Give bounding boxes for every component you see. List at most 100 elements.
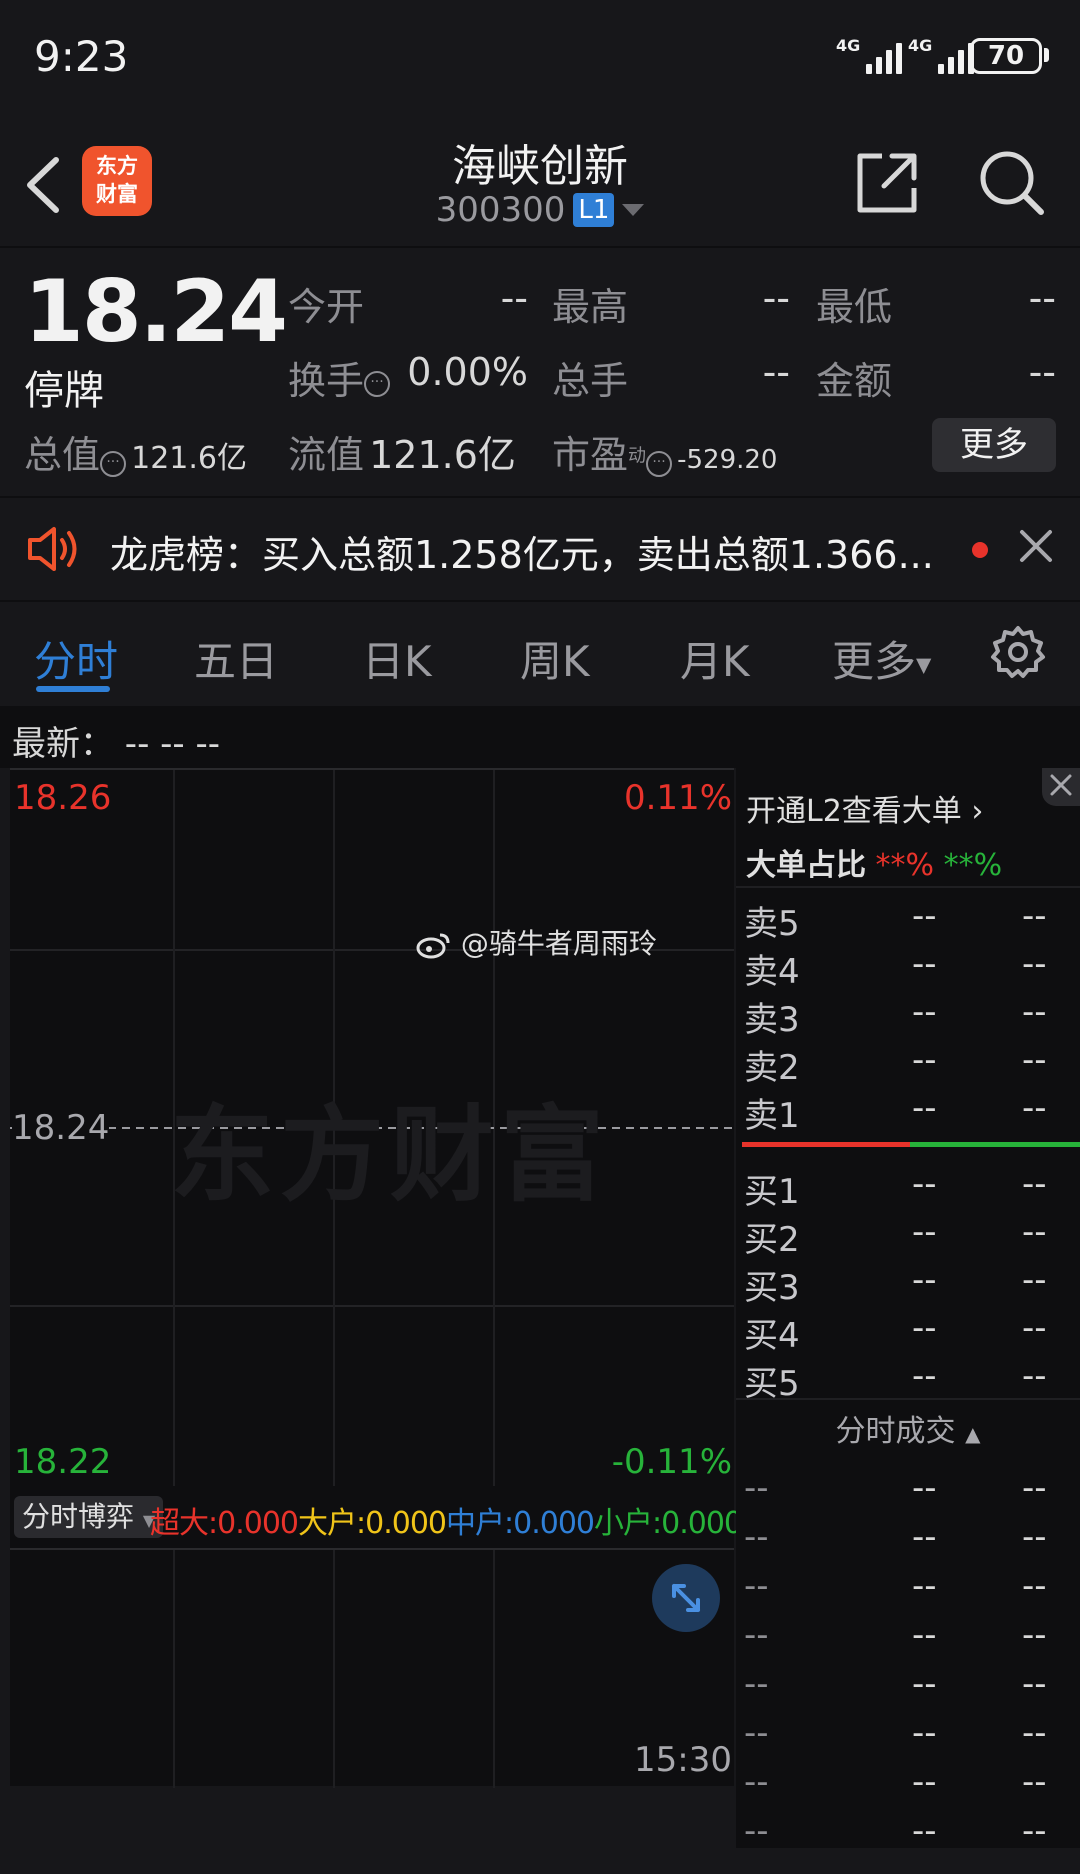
sells-vol: -- xyxy=(1022,1088,1047,1128)
trades-v: -- xyxy=(1022,1762,1047,1802)
mid-label: 中户 xyxy=(446,1506,505,1541)
pe-label: 市盈 xyxy=(552,433,629,477)
super-value: :0.000 xyxy=(208,1506,299,1541)
sells-vol: -- xyxy=(1022,896,1047,936)
info-icon[interactable]: ··· xyxy=(646,450,673,477)
trades-t: -- xyxy=(744,1762,769,1802)
stock-header: 东方 财富 海峡创新 300300 L1 xyxy=(0,110,1080,246)
close-icon[interactable] xyxy=(1042,768,1080,806)
buys-vol: -- xyxy=(1022,1260,1047,1300)
info-icon[interactable]: ··· xyxy=(364,370,391,397)
flow-selector-label: 分时博弈 xyxy=(22,1500,135,1533)
trades-p: -- xyxy=(912,1713,937,1753)
info-icon[interactable]: ··· xyxy=(100,450,127,477)
price-bottom-label: 18.22 xyxy=(14,1442,112,1482)
tab-more-label: 更多 xyxy=(832,637,917,686)
sell-level-row: 卖2 -- -- xyxy=(736,1040,1080,1088)
trade-row: -- -- -- xyxy=(736,1566,1080,1614)
buy-ratio-bar xyxy=(910,1142,1080,1147)
trades-v: -- xyxy=(1022,1468,1047,1508)
flow-selector[interactable]: 分时博弈 ▼ xyxy=(14,1496,164,1538)
expand-icon[interactable] xyxy=(652,1564,720,1632)
gear-icon[interactable] xyxy=(990,624,1046,684)
sells-label: 卖4 xyxy=(744,952,800,992)
tab-weekly-k[interactable]: 周K xyxy=(520,628,590,689)
pct-bottom-label: -0.11% xyxy=(611,1442,732,1482)
trades-p: -- xyxy=(912,1762,937,1802)
sells-label: 卖5 xyxy=(744,904,800,944)
battery-tip xyxy=(1044,48,1049,62)
buys-price: -- xyxy=(912,1356,937,1396)
tab-monthly-k[interactable]: 月K xyxy=(680,628,750,689)
trades-t: -- xyxy=(744,1615,769,1655)
mktcap-value: 121.6亿 xyxy=(131,441,247,476)
buys-price: -- xyxy=(912,1164,937,1204)
mid-value: :0.000 xyxy=(504,1506,595,1541)
buys-label: 买2 xyxy=(744,1220,800,1260)
divider xyxy=(736,886,1080,888)
chart-tabs: 分时 五日 日K 周K 月K 更多▼ xyxy=(0,602,1080,706)
search-icon[interactable] xyxy=(975,146,1047,218)
sells-price: -- xyxy=(912,1040,937,1080)
caret-up-icon: ▲ xyxy=(965,1422,981,1446)
signal-icon-1: 4G xyxy=(836,38,903,74)
sell-ratio-bar xyxy=(742,1142,910,1147)
level-badge: L1 xyxy=(573,193,615,227)
unread-dot xyxy=(972,542,988,558)
watermark: 东方财富 xyxy=(170,1094,611,1216)
flow-row: 分时博弈 ▼ 超大:0.000大户:0.000中户:0.000小户:0.000 xyxy=(10,1486,743,1548)
buy-level-row: 买1 -- -- xyxy=(736,1164,1080,1212)
tab-more[interactable]: 更多▼ xyxy=(832,628,931,689)
trades-v: -- xyxy=(1022,1713,1047,1753)
more-button[interactable]: 更多 xyxy=(932,418,1056,472)
close-icon[interactable] xyxy=(1014,524,1058,568)
sells-vol: -- xyxy=(1022,944,1047,984)
l2-promo-link[interactable]: 开通L2查看大单 › xyxy=(746,786,983,830)
l2-promo-text: 开通L2查看大单 xyxy=(746,794,962,829)
intraday-chart[interactable]: 东方财富 @骑牛者周雨玲 18.26 0.11% 18.24 18.22 -0.… xyxy=(10,768,734,1488)
sell-level-row: 卖1 -- -- xyxy=(736,1088,1080,1136)
trades-toggle[interactable]: 分时成交 ▲ xyxy=(736,1406,1080,1450)
stock-code-selector[interactable]: 300300 L1 xyxy=(340,190,740,230)
dragon-tiger-bar[interactable]: 龙虎榜：买入总额1.258亿元，卖出总额1.366... xyxy=(0,498,1080,600)
buys-label: 买1 xyxy=(744,1172,800,1212)
trade-row: -- -- -- xyxy=(736,1762,1080,1810)
share-icon[interactable] xyxy=(852,148,922,218)
latest-price-line: 最新： -- -- -- xyxy=(12,724,221,764)
high-value: -- xyxy=(762,276,790,320)
large-value: :0.000 xyxy=(356,1506,447,1541)
float-value: 121.6亿 xyxy=(369,433,516,477)
tab-five-day[interactable]: 五日 xyxy=(194,628,278,689)
buys-vol: -- xyxy=(1022,1356,1047,1396)
tab-intraday[interactable]: 分时 xyxy=(34,628,118,689)
trade-row: -- -- -- xyxy=(736,1713,1080,1761)
trades-t: -- xyxy=(744,1566,769,1606)
low-label: 最低 xyxy=(816,285,893,329)
trading-status: 停牌 xyxy=(24,368,104,414)
trades-v: -- xyxy=(1022,1566,1047,1606)
trades-v: -- xyxy=(1022,1517,1047,1557)
turnover-value: 0.00% xyxy=(407,350,528,394)
app-logo-line1: 东方 xyxy=(96,154,138,178)
trades-p: -- xyxy=(912,1566,937,1606)
speaker-icon xyxy=(26,524,82,578)
trades-p: -- xyxy=(912,1615,937,1655)
bottom-bar xyxy=(0,1848,1080,1874)
pe-value: -529.20 xyxy=(677,445,778,475)
back-icon[interactable] xyxy=(20,150,70,220)
trade-row: -- -- -- xyxy=(736,1517,1080,1565)
tab-daily-k[interactable]: 日K xyxy=(362,628,432,689)
amount-value: -- xyxy=(1028,350,1056,394)
large-label: 大户 xyxy=(298,1506,357,1541)
sell-level-row: 卖3 -- -- xyxy=(736,992,1080,1040)
trades-t: -- xyxy=(744,1664,769,1704)
sells-price: -- xyxy=(912,944,937,984)
volume-chart[interactable]: 15:30 xyxy=(10,1548,734,1788)
app-logo[interactable]: 东方 财富 xyxy=(82,146,152,216)
buys-label: 买4 xyxy=(744,1316,800,1356)
battery-icon: 70 xyxy=(970,38,1042,74)
price-mid-label: 18.24 xyxy=(12,1108,110,1148)
buy-level-row: 买2 -- -- xyxy=(736,1212,1080,1260)
signal-icon-2: 4G xyxy=(908,38,975,74)
stock-code: 300300 xyxy=(435,190,566,230)
